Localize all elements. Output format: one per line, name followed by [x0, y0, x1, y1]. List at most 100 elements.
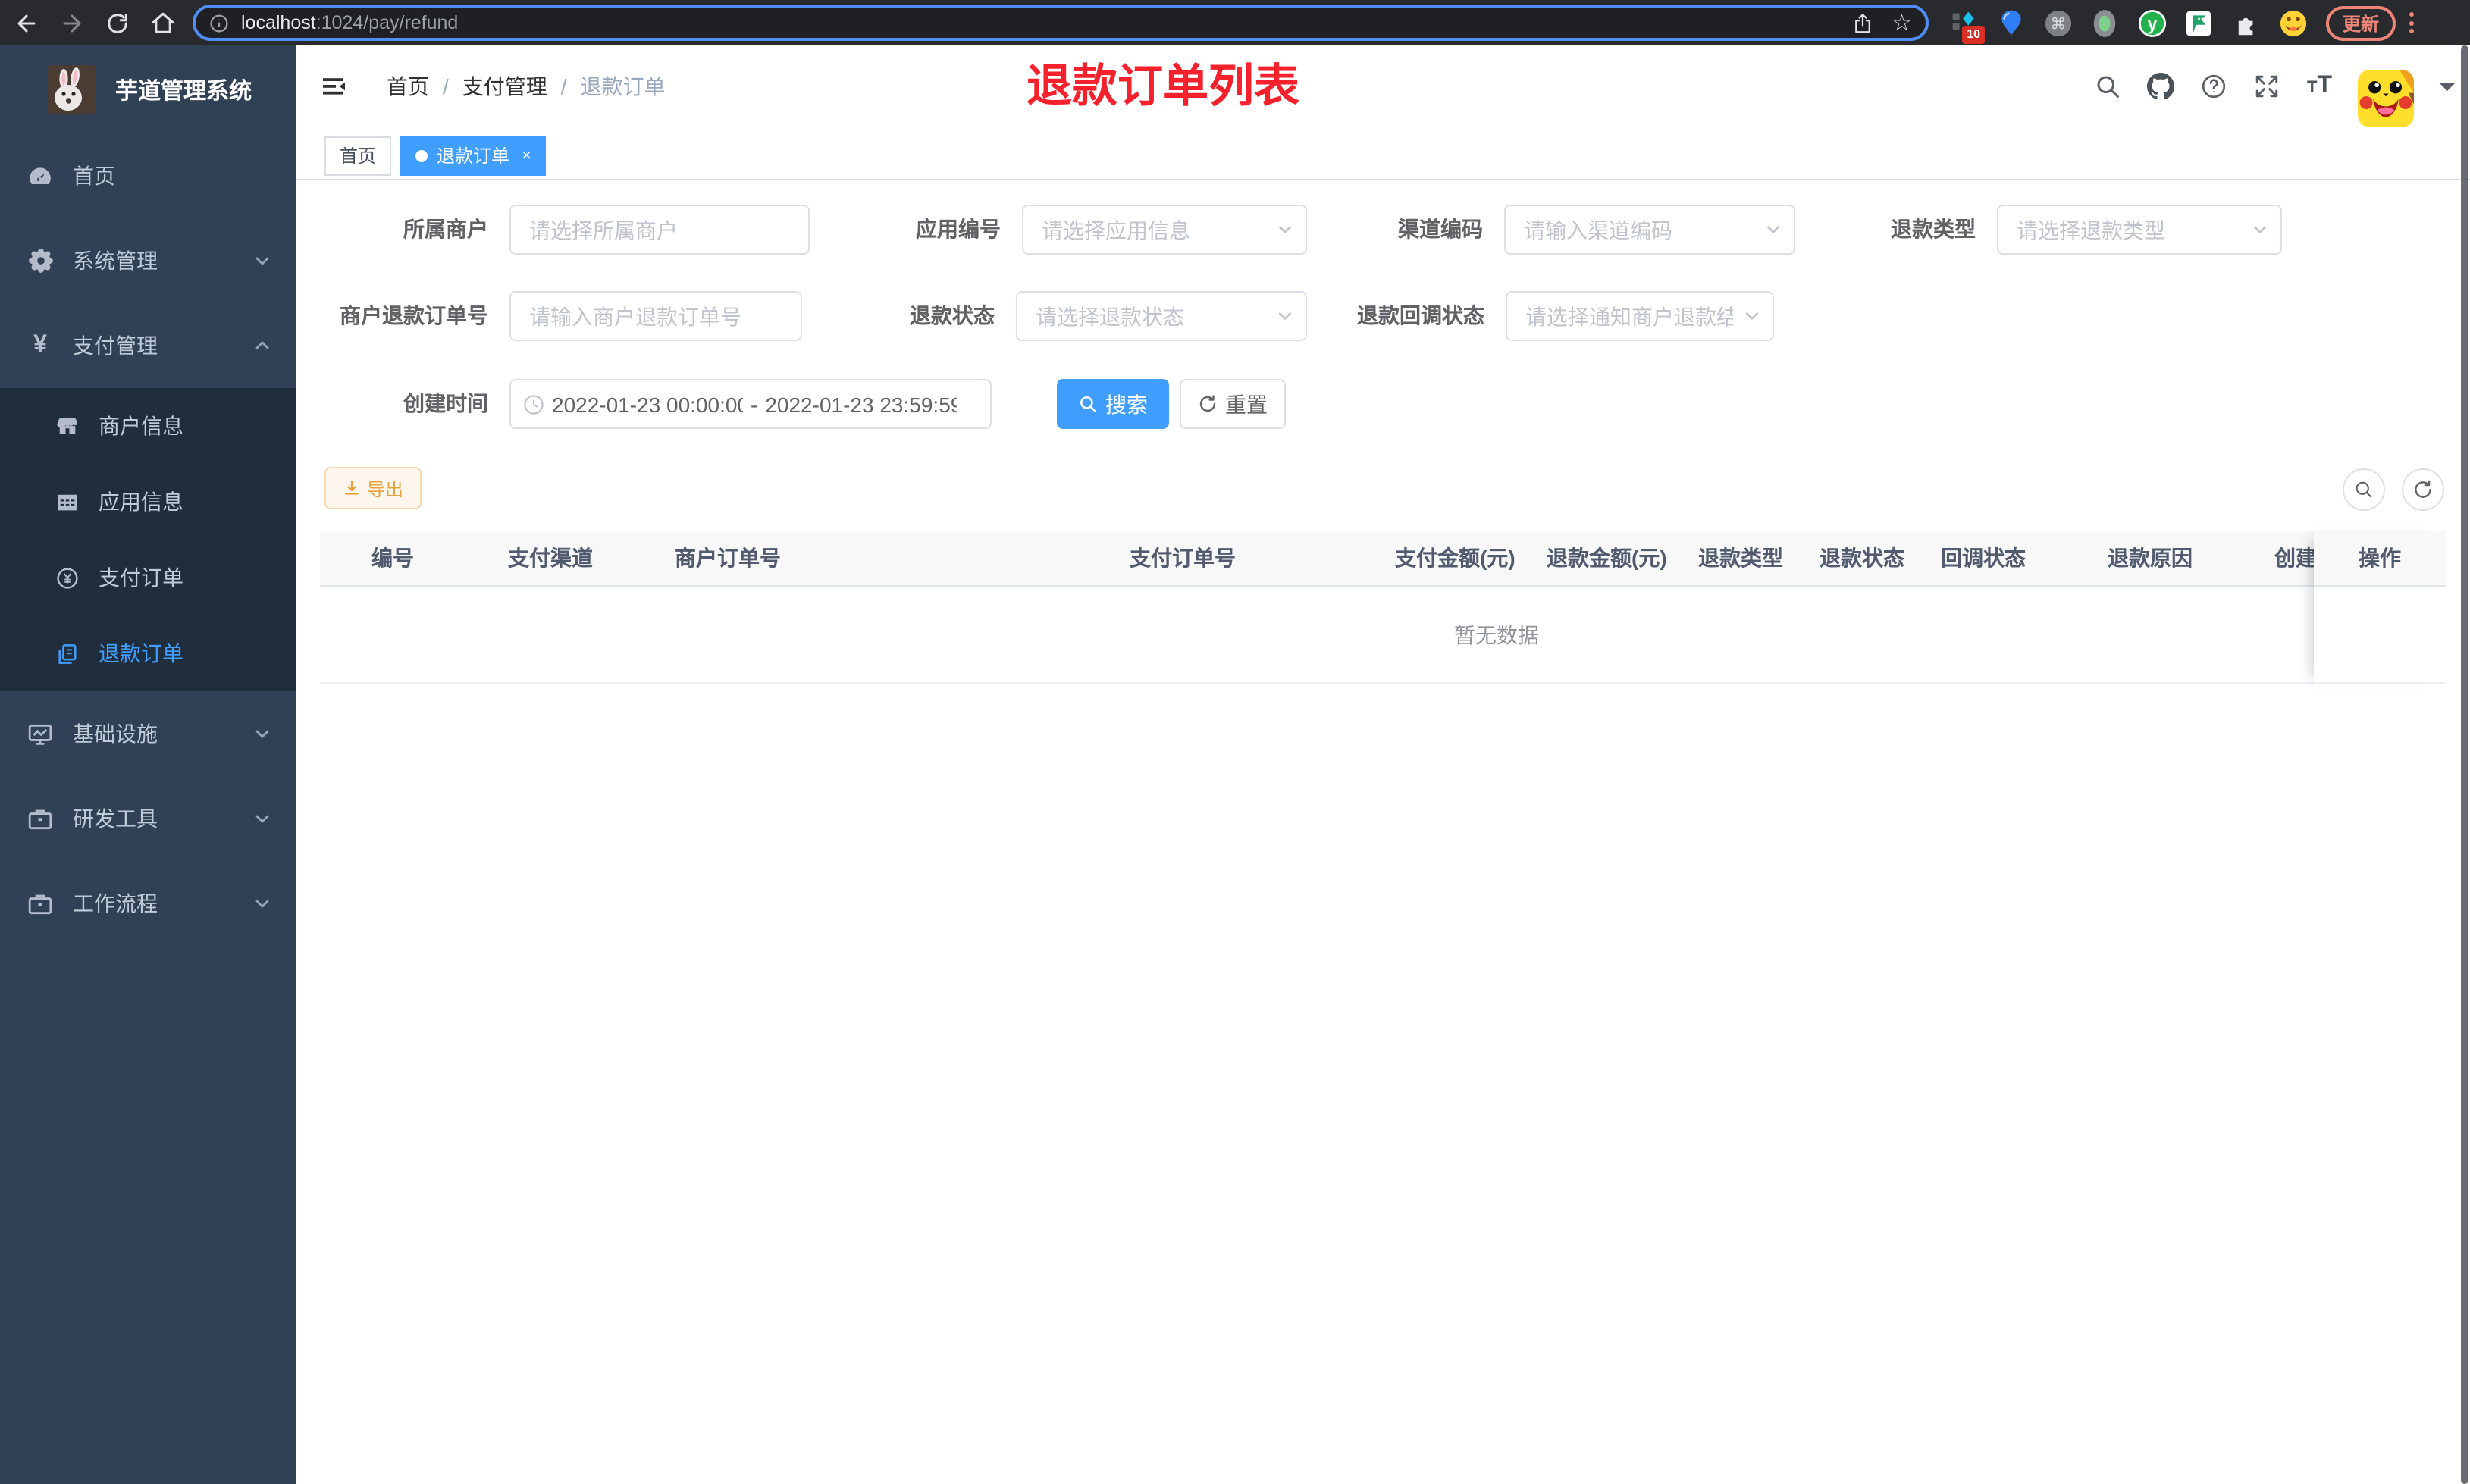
github-icon[interactable]	[2147, 73, 2175, 100]
refund-type-select[interactable]	[1997, 205, 2282, 255]
sidebar-item-merchant-info[interactable]: 商户信息	[0, 388, 296, 464]
gear-icon	[27, 248, 53, 274]
sidebar: 芋道管理系统 首页 系统管理 ¥ 支付管理 商户信息 应用信息 支付订单 退款订…	[0, 45, 296, 1484]
reset-button[interactable]: 重置	[1180, 379, 1286, 429]
browser-menu-icon[interactable]	[2409, 12, 2415, 33]
column-header: 商户订单号	[675, 546, 781, 570]
app-select[interactable]	[1022, 205, 1307, 255]
filter-notify-status: 退款回调状态	[1293, 291, 1774, 341]
grid-icon	[56, 490, 79, 513]
filter-label: 退款回调状态	[1357, 303, 1484, 327]
site-info-icon[interactable]	[209, 13, 229, 33]
caret-down-icon[interactable]	[2440, 83, 2455, 98]
sidebar-item-label: 研发工具	[73, 806, 158, 831]
extension-flag-icon[interactable]	[2183, 8, 2214, 38]
sidebar-item-pay-order[interactable]: 支付订单	[0, 540, 296, 615]
extension-y-icon[interactable]: y	[2136, 8, 2167, 38]
bookmark-star-icon[interactable]: ☆	[1892, 9, 1912, 36]
sidebar-item-label: 退款订单	[99, 641, 183, 665]
search-button[interactable]: 搜索	[1057, 379, 1169, 429]
search-icon[interactable]	[2095, 73, 2122, 100]
breadcrumb-pay[interactable]: 支付管理	[462, 71, 547, 102]
close-icon[interactable]: ×	[522, 146, 531, 164]
browser-update-button[interactable]: 更新	[2326, 5, 2396, 40]
back-icon[interactable]	[14, 10, 39, 36]
sidebar-item-refund-order[interactable]: 退款订单	[0, 615, 296, 691]
column-header: 支付渠道	[508, 546, 593, 570]
sidebar-item-label: 支付管理	[73, 333, 158, 358]
filter-merchant-refund-no: 商户退款订单号	[328, 291, 802, 341]
clock-icon	[524, 394, 544, 414]
show-search-button[interactable]	[2343, 468, 2385, 511]
sidebar-item-label: 工作流程	[73, 891, 158, 916]
sidebar-item-app-info[interactable]: 应用信息	[0, 464, 296, 540]
extension-oval-icon[interactable]	[2089, 8, 2120, 38]
extension-badge: 10	[1962, 26, 1985, 44]
sidebar-toggle-icon[interactable]	[323, 74, 347, 99]
refund-doc-icon	[56, 642, 79, 665]
export-button[interactable]: 导出	[324, 467, 422, 509]
extensions-puzzle-icon[interactable]	[2230, 8, 2261, 38]
tab-label: 首页	[340, 146, 377, 167]
refresh-table-button[interactable]	[2402, 468, 2444, 511]
merchant-input[interactable]	[509, 205, 810, 255]
address-bar[interactable]: localhost:1024/pay/refund ☆	[193, 5, 1929, 41]
search-icon	[2356, 481, 2372, 498]
sidebar-item-system[interactable]: 系统管理	[0, 218, 296, 303]
chevron-down-icon	[255, 900, 269, 908]
sidebar-item-infra[interactable]: 基础设施	[0, 691, 296, 776]
date-range-picker[interactable]: 2022-01-23 00:00:00 - 2022-01-23 23:59:5…	[509, 379, 992, 429]
sidebar-item-workflow[interactable]: 工作流程	[0, 861, 296, 946]
svg-text:y: y	[2147, 14, 2157, 33]
avatar[interactable]	[2358, 70, 2414, 127]
reset-button-label: 重置	[1225, 392, 1268, 416]
chevron-down-icon	[255, 815, 269, 823]
export-button-label: 导出	[366, 478, 403, 499]
date-end[interactable]: 2022-01-23 23:59:59	[765, 392, 956, 416]
page-scrollbar[interactable]	[2461, 45, 2468, 1484]
tab-home[interactable]: 首页	[324, 136, 392, 175]
forward-icon[interactable]	[59, 10, 85, 36]
share-icon[interactable]	[1851, 11, 1873, 34]
filter-label: 商户退款订单号	[340, 303, 488, 327]
extension-grid-icon[interactable]: 10	[1948, 8, 1985, 44]
filter-label: 创建时间	[403, 391, 488, 415]
browser-toolbar: localhost:1024/pay/refund ☆ 10 ⌘ y 更新	[0, 0, 2470, 45]
extension-emoji-icon[interactable]	[2277, 8, 2308, 38]
empty-text: 暂无数据	[1454, 622, 1539, 647]
reload-icon[interactable]	[105, 10, 130, 36]
filter-merchant: 所属商户	[328, 205, 810, 255]
screen: localhost:1024/pay/refund ☆ 10 ⌘ y 更新 芋道…	[0, 0, 2470, 1484]
tab-refund-order[interactable]: 退款订单 ×	[400, 136, 547, 175]
merchant-refund-no-input[interactable]	[509, 291, 802, 341]
logo-image	[47, 65, 96, 114]
filter-label: 退款类型	[1891, 217, 1976, 241]
refund-table: 编号 支付渠道 商户订单号 支付订单号 支付金额(元) 退款金额(元) 退款类型…	[320, 531, 2446, 685]
notify-status-select[interactable]	[1506, 291, 1774, 341]
extension-command-icon[interactable]: ⌘	[2042, 8, 2073, 38]
yen-icon: ¥	[33, 332, 47, 358]
sidebar-item-home[interactable]: 首页	[0, 133, 296, 218]
app-logo[interactable]: 芋道管理系统	[0, 45, 296, 133]
search-icon	[1080, 396, 1097, 413]
sidebar-item-devtools[interactable]: 研发工具	[0, 776, 296, 861]
search-button-label: 搜索	[1105, 392, 1148, 416]
date-start[interactable]: 2022-01-23 00:00:00	[552, 392, 743, 416]
home-icon[interactable]	[150, 10, 176, 36]
refund-status-select[interactable]	[1016, 291, 1307, 341]
filter-label: 渠道编码	[1398, 217, 1483, 241]
url-text[interactable]: localhost:1024/pay/refund	[241, 12, 458, 33]
filter-label: 退款状态	[910, 303, 995, 327]
filter-channel: 渠道编码	[1298, 205, 1795, 255]
column-header: 退款原因	[2108, 546, 2193, 570]
column-header: 退款金额(元)	[1547, 546, 1667, 570]
extension-balloon-icon[interactable]	[1995, 8, 2026, 38]
breadcrumb: 首页 / 支付管理 / 退款订单	[387, 45, 666, 127]
sidebar-item-pay[interactable]: ¥ 支付管理	[0, 303, 296, 388]
breadcrumb-home[interactable]: 首页	[387, 71, 429, 102]
chevron-down-icon	[255, 257, 269, 265]
channel-select[interactable]	[1504, 205, 1795, 255]
font-size-icon[interactable]: TT	[2307, 74, 2332, 99]
fullscreen-icon[interactable]	[2254, 73, 2281, 100]
help-icon[interactable]	[2201, 73, 2228, 100]
